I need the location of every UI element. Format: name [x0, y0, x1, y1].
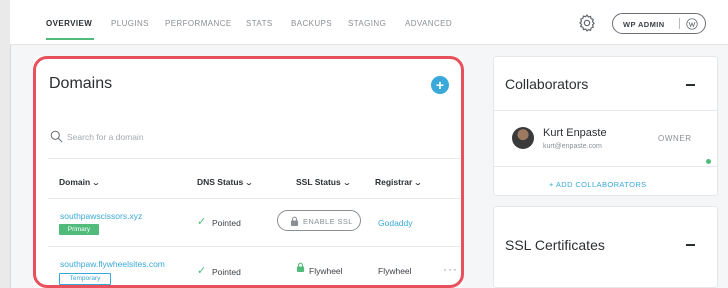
divider [48, 198, 460, 199]
primary-badge: Primary [59, 224, 99, 235]
domain-link[interactable]: southpaw.flywheelsites.com [60, 259, 165, 269]
tab-advanced[interactable]: ADVANCED [405, 19, 452, 28]
temporary-badge: Temporary [59, 273, 111, 285]
column-header-registrar[interactable]: Registrar⌄ [375, 177, 423, 187]
gear-icon[interactable] [577, 13, 597, 33]
check-icon: ✓ [197, 265, 207, 277]
tab-staging[interactable]: STAGING [348, 19, 386, 28]
collapse-icon[interactable] [686, 84, 695, 86]
dns-status: Pointed [212, 267, 241, 277]
more-options-icon[interactable]: ··· [443, 262, 458, 276]
wordpress-icon [686, 18, 698, 30]
active-tab-indicator [46, 38, 94, 40]
wp-admin-label: WP ADMIN [623, 20, 665, 29]
column-header-ssl-status[interactable]: SSL Status⌄ [296, 177, 351, 187]
registrar-link[interactable]: Godaddy [378, 218, 413, 228]
ssl-certificates-title: SSL Certificates [505, 237, 605, 253]
wp-admin-button[interactable]: WP ADMIN [612, 13, 706, 34]
lock-icon [290, 216, 299, 226]
collaborators-title: Collaborators [505, 76, 589, 92]
registrar: Flywheel [378, 266, 412, 276]
add-domain-button[interactable]: + [431, 76, 449, 94]
column-header-dns-status[interactable]: DNS Status⌄ [197, 177, 254, 187]
domain-link[interactable]: southpawscissors.xyz [60, 211, 142, 221]
divider [494, 110, 718, 111]
tab-stats[interactable]: STATS [246, 19, 273, 28]
enable-ssl-label: ENABLE SSL [303, 217, 353, 226]
collapse-icon[interactable] [686, 244, 695, 246]
domains-title: Domains [49, 75, 113, 92]
dns-status: Pointed [212, 218, 241, 228]
domain-search-input[interactable] [67, 129, 447, 145]
tab-overview[interactable]: OVERVIEW [46, 19, 92, 28]
add-collaborators-button[interactable]: + ADD COLLABORATORS [549, 180, 647, 189]
status-dot [706, 159, 711, 164]
search-icon [50, 130, 63, 143]
divider [679, 18, 680, 29]
avatar [512, 127, 534, 149]
tab-plugins[interactable]: PLUGINS [111, 19, 149, 28]
collaborator-email: kurt@enpaste.com [543, 143, 602, 150]
collaborator-name: Kurt Enpaste [543, 127, 607, 139]
column-header-domain[interactable]: Domain⌄ [59, 177, 101, 187]
divider [494, 166, 718, 167]
role-badge: OWNER [658, 134, 692, 143]
divider [48, 246, 460, 247]
lock-icon [296, 262, 305, 272]
tab-performance[interactable]: PERFORMANCE [165, 19, 232, 28]
enable-ssl-button[interactable]: ENABLE SSL [277, 210, 361, 231]
tab-backups[interactable]: BACKUPS [291, 19, 332, 28]
ssl-status: Flywheel [309, 266, 343, 276]
divider [48, 158, 460, 159]
check-icon: ✓ [197, 216, 207, 228]
